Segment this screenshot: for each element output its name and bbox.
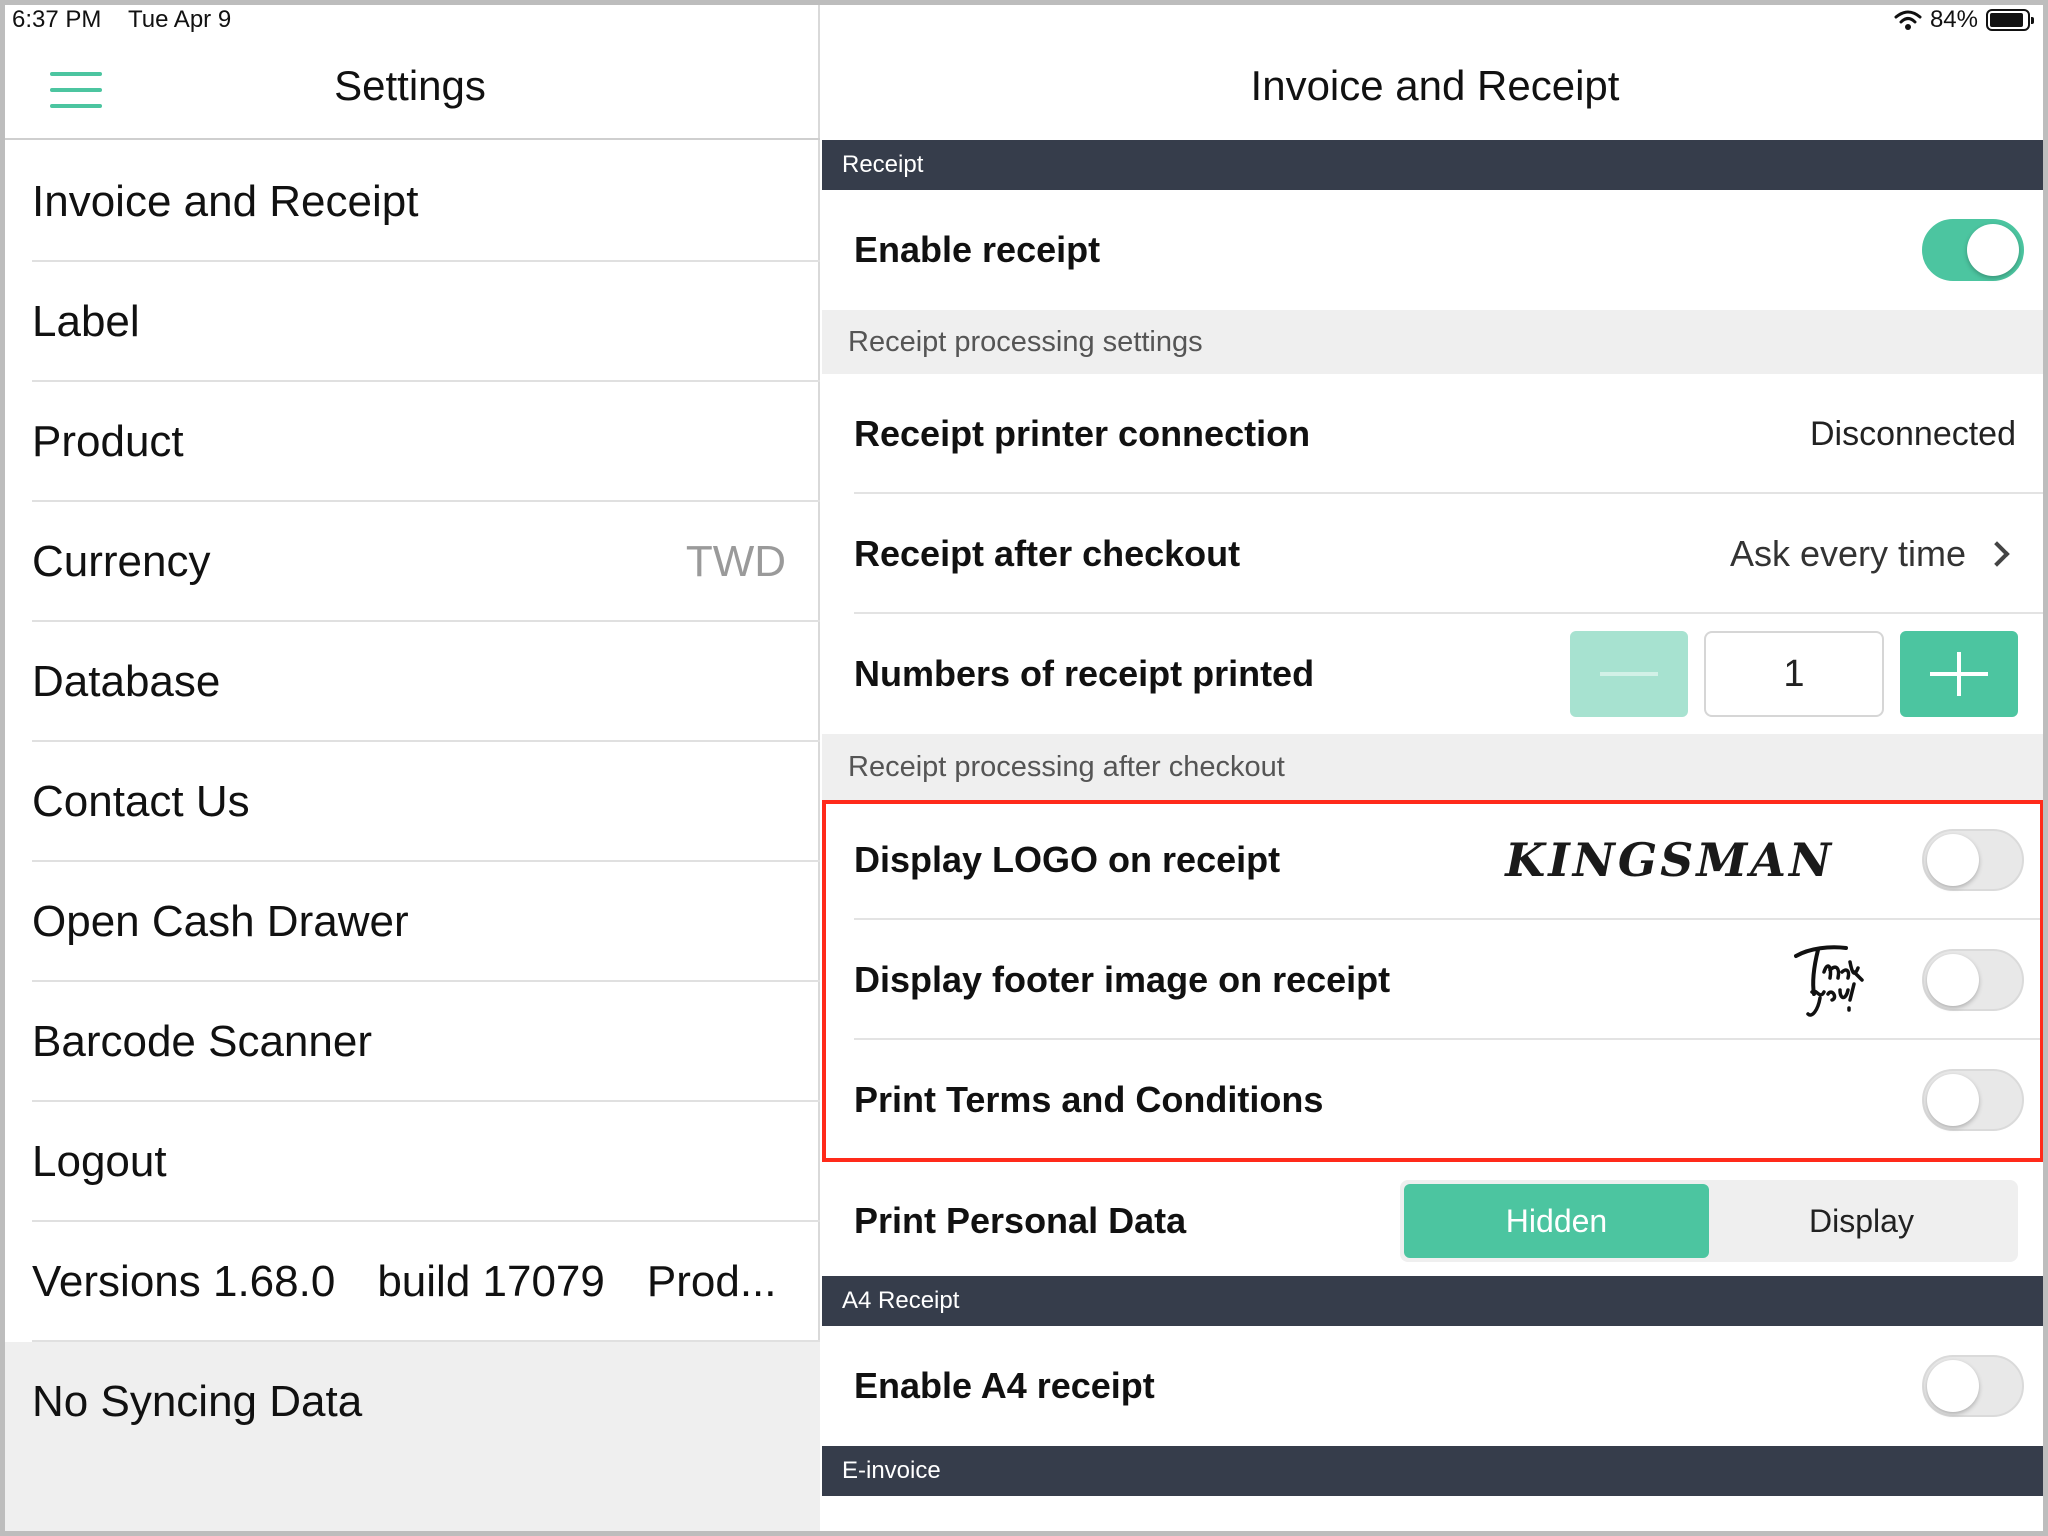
segment-hidden[interactable]: Hidden — [1404, 1184, 1709, 1258]
sidebar-item-label: Barcode Scanner — [32, 1017, 372, 1066]
status-right: 84% — [1894, 6, 2034, 34]
sidebar-item-open-cash-drawer[interactable]: Open Cash Drawer — [0, 862, 820, 982]
display-logo-row: Display LOGO on receipt KINGSMAN — [822, 800, 2048, 920]
sidebar-item-label: Invoice and Receipt — [32, 177, 419, 226]
sidebar-item-label: Label — [32, 297, 140, 346]
sidebar-item-label: Currency — [32, 537, 211, 586]
row-label: Display LOGO on receipt — [854, 839, 1281, 880]
enable-a4-row: Enable A4 receipt — [822, 1326, 2048, 1446]
version-number: Versions 1.68.0 — [32, 1257, 336, 1306]
display-footer-row: Display footer image on receipt — [822, 920, 2048, 1040]
receipt-logo-preview: KINGSMAN — [1505, 833, 1834, 887]
display-footer-toggle[interactable] — [1922, 949, 2024, 1011]
sidebar-footer — [0, 1460, 820, 1536]
section-header-processing: Receipt processing settings — [822, 310, 2048, 374]
segment-display[interactable]: Display — [1709, 1184, 2014, 1258]
invoice-receipt-panel: Invoice and Receipt Receipt Enable recei… — [822, 0, 2048, 1536]
printer-connection-row[interactable]: Receipt printer connection Disconnected — [822, 374, 2048, 494]
sidebar-item-label: Open Cash Drawer — [32, 897, 409, 946]
status-time: 6:37 PM — [12, 6, 102, 33]
row-label: Enable A4 receipt — [854, 1365, 1155, 1406]
row-label: Display footer image on receipt — [854, 959, 1391, 1000]
currency-value: TWD — [685, 537, 786, 586]
status-bar: 6:37 PM Tue Apr 9 84% — [0, 0, 2048, 40]
increment-button[interactable] — [1900, 631, 2018, 717]
section-header-a4: A4 Receipt — [822, 1276, 2048, 1326]
numbers-printed-row: Numbers of receipt printed 1 — [822, 614, 2048, 734]
sidebar-item-label: Contact Us — [32, 777, 250, 826]
quantity-stepper: 1 — [1570, 631, 2018, 717]
personal-data-segmented-control: Hidden Display — [1400, 1180, 2018, 1262]
wifi-icon — [1894, 10, 1922, 30]
receipt-after-checkout-value: Ask every time — [1729, 533, 1966, 574]
sidebar-item-label: Logout — [32, 1137, 167, 1186]
receipt-after-checkout-row[interactable]: Receipt after checkout Ask every time — [822, 494, 2048, 614]
row-label: Print Personal Data — [854, 1200, 1187, 1241]
enable-a4-toggle[interactable] — [1922, 1355, 2024, 1417]
battery-percent: 84% — [1929, 6, 1978, 33]
sidebar-item-label-settings[interactable]: Label — [0, 262, 820, 382]
print-personal-data-row: Print Personal Data Hidden Display — [822, 1160, 2048, 1280]
settings-menu: Invoice and Receipt Label Product Curren… — [0, 142, 820, 1462]
print-terms-toggle[interactable] — [1922, 1069, 2024, 1131]
sidebar-item-barcode-scanner[interactable]: Barcode Scanner — [0, 982, 820, 1102]
receipt-after-checkout-select[interactable]: Ask every time — [1729, 533, 2010, 575]
decrement-button[interactable] — [1570, 631, 1688, 717]
minus-icon — [1600, 672, 1658, 676]
sidebar-item-invoice-and-receipt[interactable]: Invoice and Receipt — [0, 142, 820, 262]
sync-status: No Syncing Data — [0, 1342, 820, 1462]
row-label: Numbers of receipt printed — [854, 653, 1315, 694]
sidebar-item-contact-us[interactable]: Contact Us — [0, 742, 820, 862]
status-date: Tue Apr 9 — [128, 6, 232, 33]
row-label: Enable receipt — [854, 229, 1101, 270]
sidebar-item-label: Database — [32, 657, 221, 706]
print-terms-row: Print Terms and Conditions — [822, 1040, 2048, 1160]
sidebar-item-logout[interactable]: Logout — [0, 1102, 820, 1222]
section-header-receipt: Receipt — [822, 140, 2048, 190]
sync-status-label: No Syncing Data — [32, 1377, 363, 1426]
sidebar-item-currency[interactable]: Currency TWD — [0, 502, 820, 622]
row-label: Print Terms and Conditions — [854, 1079, 1324, 1120]
sidebar-item-database[interactable]: Database — [0, 622, 820, 742]
section-header-after-checkout: Receipt processing after checkout — [822, 734, 2048, 800]
printer-connection-status: Disconnected — [1809, 414, 2016, 453]
quantity-value[interactable]: 1 — [1704, 631, 1884, 717]
battery-icon — [1986, 9, 2034, 31]
enable-receipt-row: Enable receipt — [822, 190, 2048, 310]
row-label: Receipt printer connection — [854, 413, 1311, 454]
version-info: Versions 1.68.0 build 17079 Prod... — [0, 1222, 820, 1342]
thank-you-footer-image — [1794, 945, 1864, 1017]
page-title: Invoice and Receipt — [1250, 62, 1620, 109]
chevron-right-icon — [1984, 541, 2010, 567]
enable-receipt-toggle[interactable] — [1922, 219, 2024, 281]
settings-sidebar: Settings Invoice and Receipt Label Produ… — [0, 0, 820, 1536]
section-header-einvoice: E-invoice — [822, 1446, 2048, 1496]
build-number: build 17079 — [377, 1257, 605, 1306]
sidebar-item-product[interactable]: Product — [0, 382, 820, 502]
sidebar-header: Settings — [0, 40, 820, 140]
row-label: Receipt after checkout — [854, 533, 1241, 574]
environment-label: Prod... — [646, 1257, 777, 1306]
sidebar-title: Settings — [334, 62, 486, 109]
sidebar-item-label: Product — [32, 417, 184, 466]
display-logo-toggle[interactable] — [1922, 829, 2024, 891]
